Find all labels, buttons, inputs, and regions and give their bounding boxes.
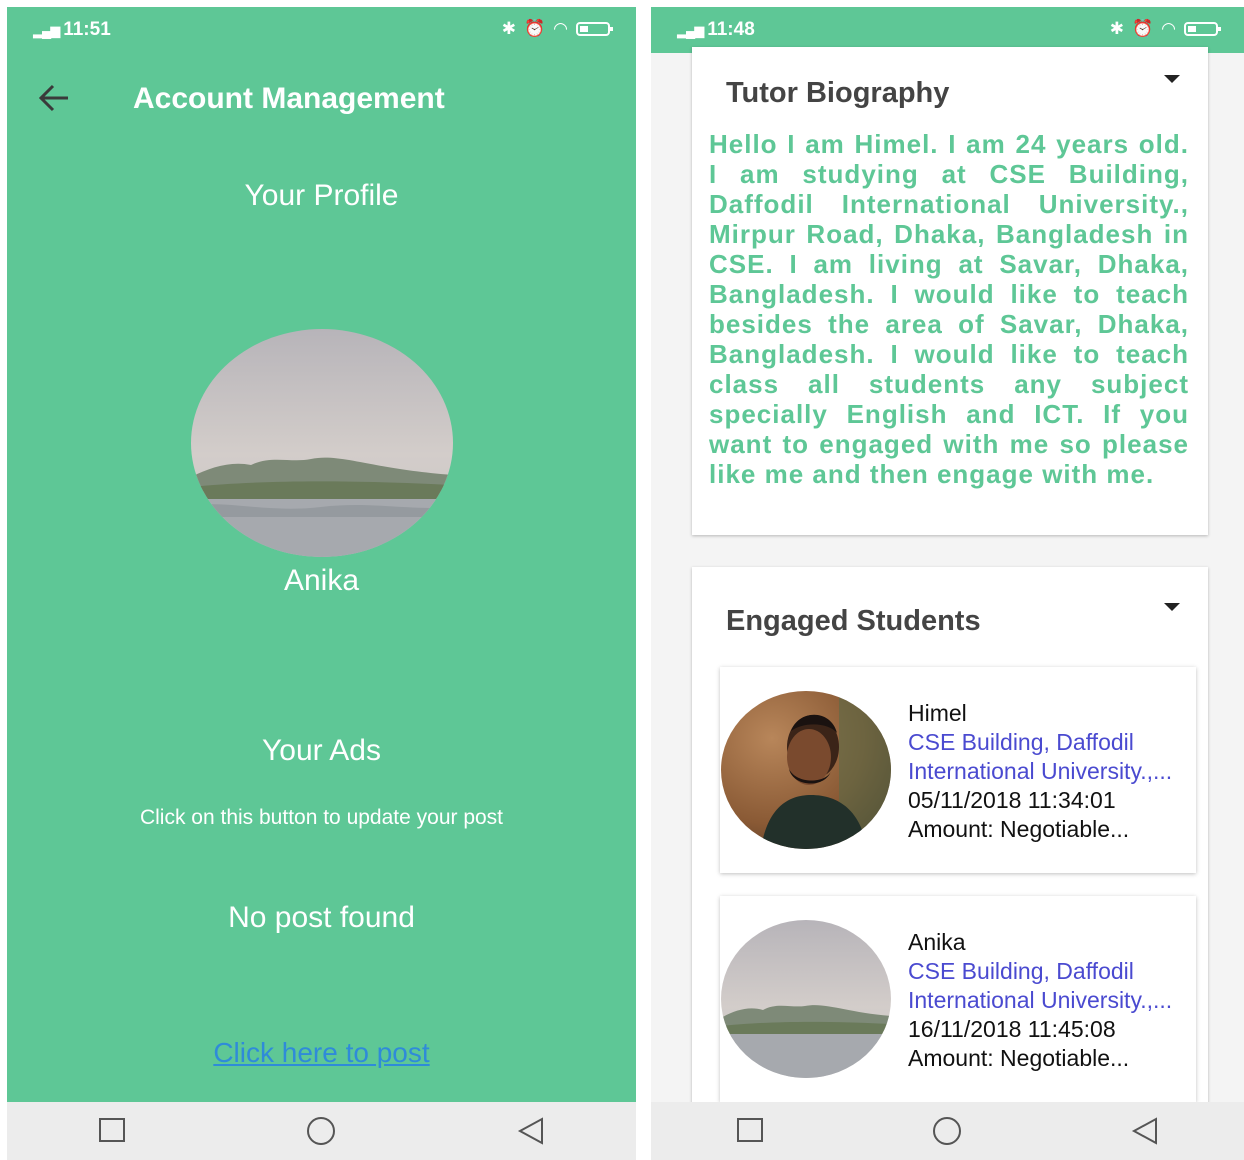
battery-icon [1184,22,1221,36]
biography-title: Tutor Biography [726,77,950,109]
circle-icon [307,1117,336,1145]
student-list-item[interactable]: Anika CSE Building, Daffodil Internation… [720,896,1196,1102]
wifi-icon: ◠ [553,19,568,38]
student-name: Himel [908,700,967,726]
status-icons: ✱ ⏰ ◠ [1109,19,1221,39]
status-time: ▂▄▆ 11:51 [33,19,111,40]
wifi-icon: ◠ [1161,19,1176,38]
profile-avatar[interactable] [191,329,453,557]
status-time: ▂▄▆ 11:48 [677,19,755,40]
ads-heading: Your Ads [262,734,381,767]
caret-down-icon[interactable] [1164,603,1180,611]
person-photo [721,691,891,849]
battery-icon [576,22,613,36]
biography-card: Tutor Biography Hello I am Himel. I am 2… [692,47,1208,535]
landscape-photo [191,329,453,557]
square-icon [98,1118,125,1142]
triangle-back-icon [1132,1117,1158,1145]
profile-name: Anika [283,564,360,597]
ads-hint-text: Click on this button to update your post [139,806,504,829]
student-info: Himel CSE Building, Daffodil Internation… [908,699,1193,844]
alarm-icon: ⏰ [523,19,546,38]
student-amount: Amount: Negotiable... [908,816,1130,842]
student-date: 16/11/2018 11:45:08 [908,1016,1116,1042]
student-address-line1: CSE Building, Daffodil [908,729,1134,755]
student-list-item[interactable]: Himel CSE Building, Daffodil Internation… [720,667,1196,873]
alarm-icon: ⏰ [1131,19,1154,38]
back-button[interactable] [501,1111,561,1151]
circle-icon [933,1117,962,1145]
bluetooth-icon: ✱ [1109,19,1124,38]
square-icon [736,1118,763,1142]
home-button[interactable] [917,1111,977,1151]
student-date: 05/11/2018 11:34:01 [908,787,1116,813]
profile-heading: Your Profile [244,179,399,212]
student-address-line2: International University.,... [908,758,1173,784]
recents-button[interactable] [82,1111,142,1151]
home-button[interactable] [291,1111,351,1151]
student-address-line2: International University.,... [908,987,1173,1013]
signal-icon: ▂▄▆ [33,23,60,38]
post-link[interactable]: Click here to post [7,1037,636,1069]
signal-icon: ▂▄▆ [677,23,704,38]
bluetooth-icon: ✱ [501,19,516,38]
student-amount: Amount: Negotiable... [908,1045,1130,1071]
engaged-students-card: Engaged Students Himel CSE Building, Daf… [692,567,1208,1160]
student-info: Anika CSE Building, Daffodil Internation… [908,928,1193,1073]
account-management-screen: ▂▄▆ 11:51 ✱ ⏰ ◠ Account Management Your P… [7,7,636,1160]
back-arrow-icon[interactable] [37,83,71,113]
tutor-profile-screen: ▂▄▆ 11:48 ✱ ⏰ ◠ Tutor Biography Hello I a… [651,7,1244,1160]
no-post-message: No post found [228,901,415,934]
caret-down-icon[interactable] [1164,75,1180,83]
status-bar: ▂▄▆ 11:51 ✱ ⏰ ◠ [7,7,636,53]
student-address-line1: CSE Building, Daffodil [908,958,1134,984]
landscape-photo [721,920,891,1078]
student-avatar [721,691,891,849]
triangle-back-icon [518,1117,544,1145]
status-icons: ✱ ⏰ ◠ [501,19,613,39]
student-avatar [721,920,891,1078]
system-nav-bar [7,1102,636,1160]
toolbar-title: Account Management [133,82,445,115]
back-button[interactable] [1115,1111,1175,1151]
recents-button[interactable] [720,1111,780,1151]
biography-text: Hello I am Himel. I am 24 years old. I a… [709,129,1189,489]
student-name: Anika [908,929,966,955]
system-nav-bar [651,1102,1244,1160]
engaged-students-title: Engaged Students [726,605,981,637]
